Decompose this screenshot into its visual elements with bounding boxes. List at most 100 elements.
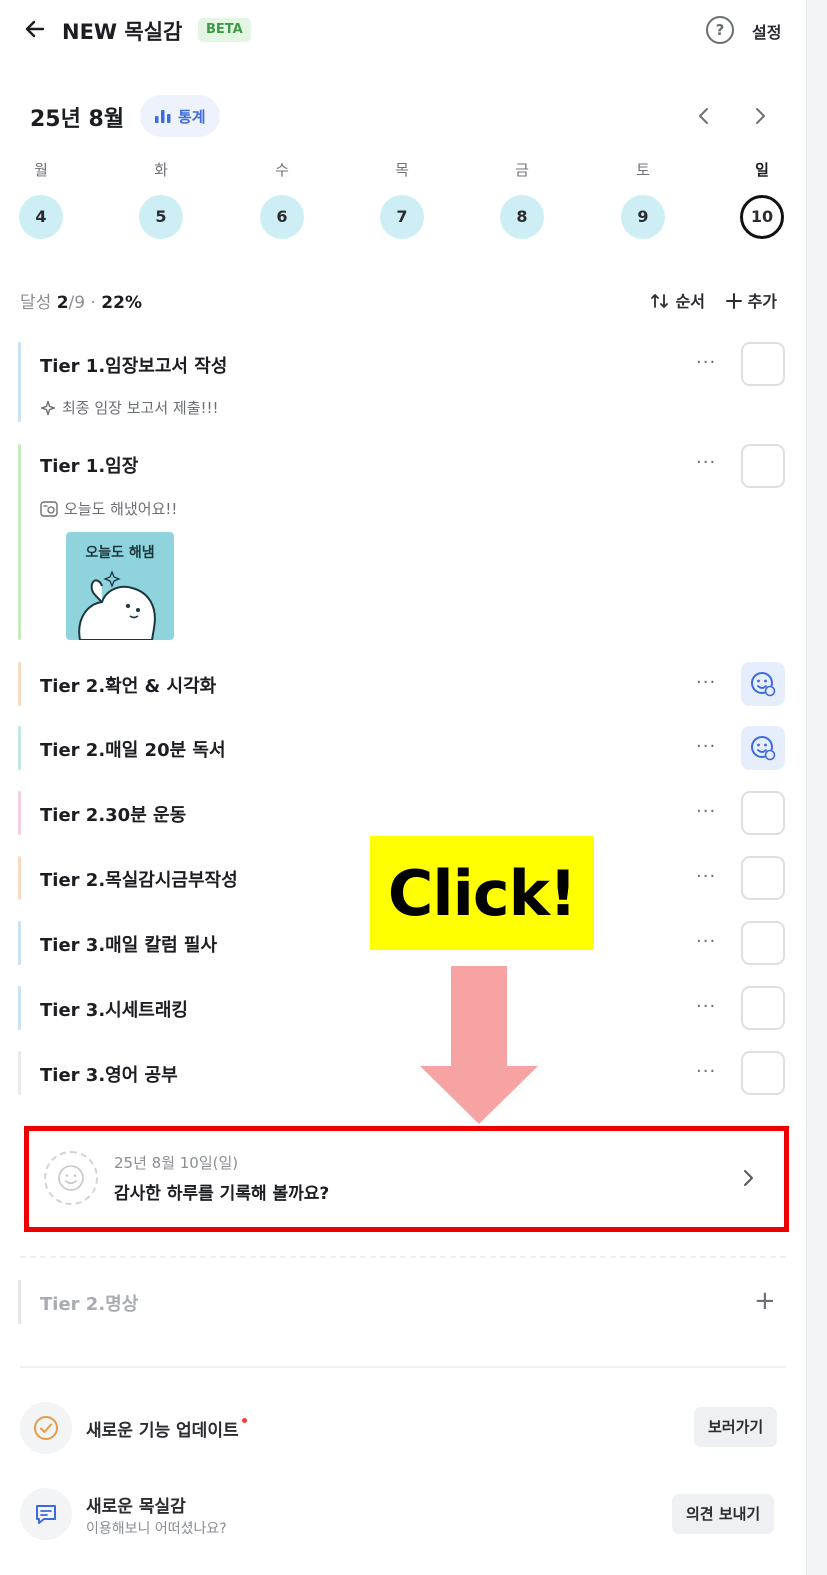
- sort-order-button[interactable]: 순서: [650, 288, 705, 312]
- day-number[interactable]: 5: [139, 195, 183, 239]
- day-label: 수: [275, 161, 289, 179]
- habit-item: Tier 2.30분 운동 ···: [18, 791, 790, 835]
- day-label: 화: [154, 161, 168, 179]
- add-habit-button[interactable]: 추가: [726, 288, 777, 312]
- section-divider: [20, 1366, 786, 1368]
- habit-checkbox-checked[interactable]: [741, 662, 785, 706]
- help-icon[interactable]: ?: [706, 16, 734, 44]
- sort-order-label: 순서: [675, 292, 706, 311]
- click-annotation-label: Click!: [370, 836, 594, 950]
- stats-button[interactable]: 통계: [140, 95, 220, 137]
- day-label: 토: [636, 161, 650, 179]
- send-feedback-button[interactable]: 의견 보내기: [672, 1494, 775, 1534]
- sparkle-icon: [40, 400, 56, 415]
- sticker-image[interactable]: 오늘도 해냄: [66, 532, 174, 640]
- day-mon[interactable]: 월4: [17, 158, 65, 239]
- feedback-subtitle: 이용해보니 어떠셨나요?: [86, 1521, 227, 1537]
- feature-update-title-text: 새로운 기능 업데이트: [86, 1421, 239, 1441]
- habit-name[interactable]: Tier 2.명상: [40, 1290, 138, 1316]
- habit-color-bar: [18, 856, 21, 900]
- day-wed[interactable]: 수6: [258, 158, 306, 239]
- day-number[interactable]: 7: [380, 195, 424, 239]
- habit-note: 오늘도 해냈어요!!: [40, 498, 177, 519]
- settings-button[interactable]: 설정: [752, 19, 781, 43]
- section-divider: [20, 1256, 786, 1258]
- habit-checkbox[interactable]: [741, 342, 785, 386]
- habit-note-text: 최종 임장 보고서 제출!!!: [62, 399, 219, 417]
- app-header: NEW 목실감 BETA ? 설정: [0, 0, 806, 62]
- more-options-icon[interactable]: ···: [696, 736, 716, 757]
- habit-name[interactable]: Tier 2.매일 20분 독서: [40, 736, 226, 762]
- achievement-sep: ·: [85, 293, 102, 313]
- habit-checkbox-checked[interactable]: [741, 726, 785, 770]
- habit-checkbox[interactable]: [741, 921, 785, 965]
- habit-name[interactable]: Tier 1.임장보고서 작성: [40, 352, 227, 378]
- more-options-icon[interactable]: ···: [696, 452, 716, 473]
- more-options-icon[interactable]: ···: [696, 996, 716, 1017]
- day-sun-today[interactable]: 일 10: [738, 158, 786, 239]
- habit-item: Tier 2.확언 & 시각화 ···: [18, 662, 790, 706]
- scroll-rail: [806, 0, 827, 1575]
- habit-checkbox[interactable]: [741, 1051, 785, 1095]
- check-circle-icon: [20, 1402, 72, 1454]
- habit-name[interactable]: Tier 2.확언 & 시각화: [40, 672, 216, 698]
- habit-item: Tier 1.임장 ··· 오늘도 해냈어요!! 오늘도 해냄: [18, 444, 790, 640]
- day-tue[interactable]: 화5: [137, 158, 185, 239]
- habit-checkbox[interactable]: [741, 791, 785, 835]
- day-thu[interactable]: 목7: [378, 158, 426, 239]
- stats-label: 통계: [178, 107, 206, 126]
- more-options-icon[interactable]: ···: [696, 672, 716, 693]
- sort-icon: [651, 294, 668, 308]
- habit-color-bar: [18, 1051, 21, 1095]
- down-arrow-annotation-icon: [420, 966, 538, 1124]
- habit-item: Tier 2.매일 20분 독서 ···: [18, 726, 790, 770]
- habit-name[interactable]: Tier 1.임장: [40, 452, 138, 478]
- habit-checkbox[interactable]: [741, 444, 785, 488]
- smile-icon: [44, 1151, 98, 1205]
- plus-icon: [726, 293, 742, 309]
- habit-name[interactable]: Tier 3.영어 공부: [40, 1061, 178, 1087]
- achievement-total: /9: [68, 293, 86, 313]
- habit-checkbox[interactable]: [741, 986, 785, 1030]
- beta-badge: BETA: [198, 18, 251, 42]
- add-to-today-icon[interactable]: +: [754, 1286, 776, 1316]
- feedback-row: 새로운 목실감 이용해보니 어떠셨나요? 의견 보내기: [20, 1488, 786, 1548]
- habit-color-bar: [18, 662, 21, 706]
- habit-item: Tier 3.영어 공부 ···: [18, 1051, 790, 1095]
- habit-item: Tier 1.임장보고서 작성 ··· 최종 임장 보고서 제출!!!: [18, 342, 790, 422]
- message-icon: [20, 1488, 72, 1540]
- gratitude-entry-card[interactable]: 25년 8월 10일(일) 감사한 하루를 기록해 볼까요?: [24, 1126, 789, 1232]
- feature-update-row: 새로운 기능 업데이트 보러가기: [20, 1402, 786, 1462]
- more-options-icon[interactable]: ···: [696, 801, 716, 822]
- habit-name[interactable]: Tier 2.목실감시금부작성: [40, 866, 238, 892]
- habit-name[interactable]: Tier 3.시세트래킹: [40, 996, 188, 1022]
- view-update-button[interactable]: 보러가기: [694, 1407, 778, 1447]
- image-icon: [40, 500, 58, 517]
- prev-month-icon[interactable]: [690, 102, 718, 130]
- habit-checkbox[interactable]: [741, 856, 785, 900]
- day-number[interactable]: 9: [621, 195, 665, 239]
- habit-item: Tier 3.시세트래킹 ···: [18, 986, 790, 1030]
- more-options-icon[interactable]: ···: [696, 866, 716, 887]
- day-number[interactable]: 4: [19, 195, 63, 239]
- day-fri[interactable]: 금8: [498, 158, 546, 239]
- habit-name[interactable]: Tier 3.매일 칼럼 필사: [40, 931, 217, 957]
- next-month-icon[interactable]: [746, 102, 774, 130]
- day-number[interactable]: 8: [500, 195, 544, 239]
- more-options-icon[interactable]: ···: [696, 1061, 716, 1082]
- day-sat[interactable]: 토9: [619, 158, 667, 239]
- day-number[interactable]: 6: [260, 195, 304, 239]
- habit-name[interactable]: Tier 2.30분 운동: [40, 801, 186, 827]
- more-options-icon[interactable]: ···: [696, 352, 716, 373]
- day-number-selected[interactable]: 10: [740, 195, 784, 239]
- back-arrow-icon[interactable]: [20, 14, 50, 44]
- gratitude-date: 25년 8월 10일(일): [114, 1154, 239, 1172]
- smile-check-icon: [751, 736, 776, 761]
- page-title: NEW 목실감: [62, 20, 183, 44]
- gratitude-prompt: 감사한 하루를 기록해 볼까요?: [114, 1184, 330, 1204]
- achievement-prefix: 달성: [20, 293, 57, 313]
- more-options-icon[interactable]: ···: [696, 931, 716, 952]
- habit-color-bar: [18, 342, 21, 422]
- new-dot-badge: [241, 1418, 247, 1423]
- day-label: 금: [515, 161, 529, 179]
